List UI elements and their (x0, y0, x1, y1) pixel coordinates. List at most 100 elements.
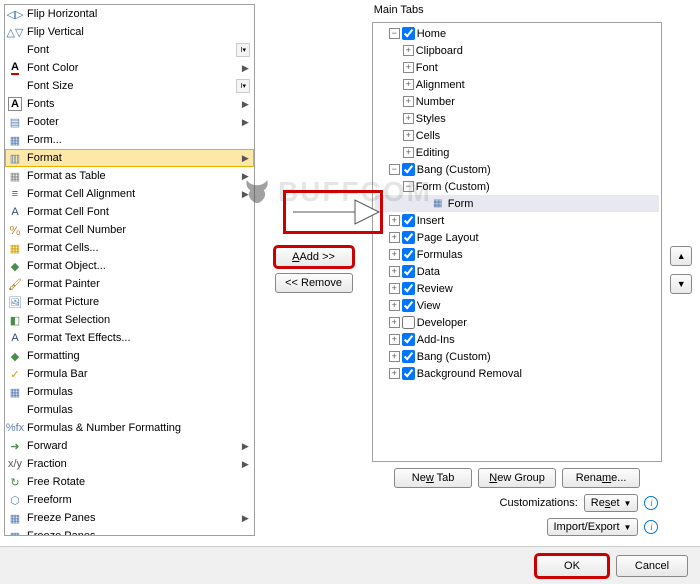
expand-icon[interactable]: + (389, 368, 400, 379)
new-tab-button[interactable]: New Tab (394, 468, 472, 488)
tab-checkbox[interactable] (402, 350, 415, 363)
tree-group-item[interactable]: +Cells (375, 127, 660, 144)
move-down-button[interactable]: ▼ (670, 274, 692, 294)
add-button[interactable]: AAdd >> (275, 247, 353, 267)
command-item[interactable]: ▦Freeze Panes (5, 527, 254, 536)
tree-tab-item[interactable]: +Formulas (375, 246, 660, 263)
tab-checkbox[interactable] (402, 27, 415, 40)
command-item[interactable]: AFormat Text Effects... (5, 329, 254, 347)
tree-tab-item[interactable]: +Review (375, 280, 660, 297)
command-item[interactable]: ◁▷Flip Horizontal (5, 5, 254, 23)
command-item[interactable]: ◆Formatting (5, 347, 254, 365)
expand-icon[interactable]: + (389, 317, 400, 328)
tab-checkbox[interactable] (402, 282, 415, 295)
command-item[interactable]: ▤Footer▶ (5, 113, 254, 131)
tab-checkbox[interactable] (402, 333, 415, 346)
tree-tab-item[interactable]: −Bang (Custom) (375, 161, 660, 178)
expand-icon[interactable]: + (389, 300, 400, 311)
command-label: Font Color (27, 62, 234, 74)
tree-group-item[interactable]: +Clipboard (375, 42, 660, 59)
import-export-button[interactable]: Import/Export▼ (547, 518, 639, 536)
command-item[interactable]: 🖼Format Picture (5, 293, 254, 311)
command-item[interactable]: FontI▾ (5, 41, 254, 59)
command-item[interactable]: AFont Color▶ (5, 59, 254, 77)
command-item[interactable]: AFonts▶ (5, 95, 254, 113)
remove-button[interactable]: << Remove (275, 273, 353, 293)
tree-tab-item[interactable]: +Developer (375, 314, 660, 331)
command-item[interactable]: AFormat Cell Font (5, 203, 254, 221)
expand-icon[interactable]: + (389, 215, 400, 226)
command-item[interactable]: ▦Format Cells... (5, 239, 254, 257)
command-item[interactable]: ⁰⁄₀Format Cell Number (5, 221, 254, 239)
command-item[interactable]: ▦Freeze Panes▶ (5, 509, 254, 527)
cancel-button[interactable]: Cancel (616, 555, 688, 577)
fonts-icon: A (7, 96, 23, 112)
info-icon[interactable]: i (644, 496, 658, 510)
ok-button[interactable]: OK (536, 555, 608, 577)
command-item[interactable]: ▦Formulas (5, 383, 254, 401)
expand-icon[interactable]: + (389, 266, 400, 277)
tree-tab-item[interactable]: +Background Removal (375, 365, 660, 382)
command-item[interactable]: Font SizeI▾ (5, 77, 254, 95)
expand-icon[interactable]: + (403, 113, 414, 124)
expand-icon[interactable]: + (403, 79, 414, 90)
expand-icon[interactable]: + (403, 62, 414, 73)
collapse-icon[interactable]: − (389, 164, 400, 175)
command-item[interactable]: ▥Format▶ (5, 149, 254, 167)
expand-icon[interactable]: + (389, 232, 400, 243)
tree-tab-item[interactable]: −Home (375, 25, 660, 42)
tab-checkbox[interactable] (402, 231, 415, 244)
tree-tab-item[interactable]: +Page Layout (375, 229, 660, 246)
command-item[interactable]: ≡Format Cell Alignment▶ (5, 185, 254, 203)
commands-list[interactable]: ◁▷Flip Horizontal△▽Flip VerticalFontI▾AF… (4, 4, 255, 536)
command-item[interactable]: ◆Format Object... (5, 257, 254, 275)
collapse-icon[interactable]: − (389, 28, 400, 39)
expand-icon[interactable]: + (403, 96, 414, 107)
command-item[interactable]: ▦Form... (5, 131, 254, 149)
tree-group-item[interactable]: +Editing (375, 144, 660, 161)
tree-group-item[interactable]: +Alignment (375, 76, 660, 93)
tree-group-item[interactable]: −Form (Custom) (375, 178, 660, 195)
expand-icon[interactable]: + (403, 147, 414, 158)
tree-tab-item[interactable]: +Add-Ins (375, 331, 660, 348)
command-item[interactable]: ↻Free Rotate (5, 473, 254, 491)
tabs-tree[interactable]: −Home+Clipboard+Font+Alignment+Number+St… (372, 22, 663, 462)
tab-checkbox[interactable] (402, 265, 415, 278)
rename-button[interactable]: Rename... (562, 468, 640, 488)
expand-icon[interactable]: + (389, 351, 400, 362)
command-item[interactable]: △▽Flip Vertical (5, 23, 254, 41)
expand-icon[interactable]: + (403, 45, 414, 56)
command-item[interactable]: ✓Formula Bar (5, 365, 254, 383)
expand-icon[interactable]: + (389, 334, 400, 345)
tab-checkbox[interactable] (402, 316, 415, 329)
tab-checkbox[interactable] (402, 163, 415, 176)
expand-icon[interactable]: + (389, 249, 400, 260)
command-item[interactable]: 🖌Format Painter (5, 275, 254, 293)
info-icon[interactable]: i (644, 520, 658, 534)
tree-group-item[interactable]: +Font (375, 59, 660, 76)
tree-group-item[interactable]: +Number (375, 93, 660, 110)
tree-tab-item[interactable]: +View (375, 297, 660, 314)
tree-tab-item[interactable]: +Insert (375, 212, 660, 229)
tree-tab-item[interactable]: +Bang (Custom) (375, 348, 660, 365)
tree-group-item[interactable]: +Styles (375, 110, 660, 127)
tab-checkbox[interactable] (402, 299, 415, 312)
command-item[interactable]: ⬡Freeform (5, 491, 254, 509)
tab-checkbox[interactable] (402, 248, 415, 261)
move-up-button[interactable]: ▲ (670, 246, 692, 266)
expand-icon[interactable]: + (389, 283, 400, 294)
command-item[interactable]: ➜Forward▶ (5, 437, 254, 455)
command-item[interactable]: Formulas (5, 401, 254, 419)
command-item[interactable]: ▦Format as Table▶ (5, 167, 254, 185)
tree-command-item[interactable]: ▦Form (375, 195, 660, 212)
tree-tab-item[interactable]: +Data (375, 263, 660, 280)
command-item[interactable]: x/yFraction▶ (5, 455, 254, 473)
tab-checkbox[interactable] (402, 367, 415, 380)
tab-checkbox[interactable] (402, 214, 415, 227)
command-item[interactable]: %fxFormulas & Number Formatting (5, 419, 254, 437)
command-item[interactable]: ◧Format Selection (5, 311, 254, 329)
reset-button[interactable]: Reset▼ (584, 494, 639, 512)
expand-icon[interactable]: + (403, 130, 414, 141)
collapse-icon[interactable]: − (403, 181, 414, 192)
new-group-button[interactable]: New Group (478, 468, 556, 488)
